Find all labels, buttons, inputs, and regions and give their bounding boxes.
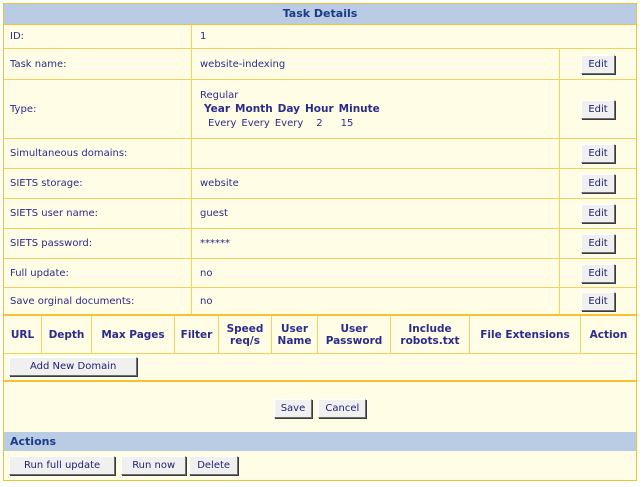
column-header: URL bbox=[4, 316, 42, 353]
column-header: User Password bbox=[318, 316, 391, 353]
row-full-update: Full update: no Edit bbox=[4, 259, 636, 288]
save-cancel-group: Save Cancel bbox=[4, 399, 636, 418]
field-value: no bbox=[192, 288, 560, 314]
edit-full-update-button[interactable]: Edit bbox=[581, 263, 615, 283]
schedule-header: Month bbox=[235, 102, 273, 115]
schedule-values: Every Every Every 2 15 bbox=[208, 118, 358, 129]
row-id: ID: 1 bbox=[4, 25, 636, 49]
field-value: website bbox=[192, 169, 560, 198]
column-header: Action bbox=[589, 328, 628, 341]
field-label: Full update: bbox=[4, 259, 192, 287]
type-value: Regular bbox=[200, 89, 239, 101]
add-new-domain-button[interactable]: Add New Domain bbox=[9, 357, 138, 376]
domain-table-header: URL Depth Max Pages Filter Speed req/s U… bbox=[4, 314, 636, 354]
field-value: website-indexing bbox=[192, 49, 560, 79]
column-header: Filter bbox=[175, 316, 219, 353]
column-header: Depth bbox=[42, 316, 92, 353]
row-storage: SIETS storage: website Edit bbox=[4, 169, 636, 199]
field-label: Task name: bbox=[4, 49, 192, 79]
row-save-documents: Save orginal documents: no Edit bbox=[4, 288, 636, 314]
panel-title: Task Details bbox=[4, 4, 636, 25]
actions-header: Actions bbox=[4, 432, 636, 451]
row-type: Type: Regular Year Month Day Hour Minute Eve… bbox=[4, 80, 636, 139]
field-label: SIETS user name: bbox=[4, 199, 192, 228]
schedule-value: Every bbox=[208, 117, 237, 129]
column-header: File Extensions bbox=[470, 316, 581, 353]
schedule-value: Every bbox=[274, 117, 304, 129]
schedule-headers: Year Month Day Hour Minute bbox=[204, 103, 385, 115]
edit-task-name-button[interactable]: Edit bbox=[581, 54, 615, 74]
schedule-header: Day bbox=[277, 102, 300, 115]
run-now-button[interactable]: Run now bbox=[121, 455, 187, 475]
field-label: Save orginal documents: bbox=[4, 288, 192, 314]
schedule-header: Hour bbox=[305, 102, 334, 115]
run-full-update-button[interactable]: Run full update bbox=[9, 455, 116, 475]
delete-button[interactable]: Delete bbox=[189, 455, 239, 475]
column-header: Max Pages bbox=[92, 316, 175, 353]
schedule-header: Minute bbox=[338, 102, 380, 115]
field-value: guest bbox=[192, 199, 560, 228]
schedule-value: 2 bbox=[316, 117, 323, 129]
row-user-name: SIETS user name: guest Edit bbox=[4, 199, 636, 229]
type-schedule: Regular Year Month Day Hour Minute Every Ever… bbox=[192, 80, 560, 138]
edit-user-name-button[interactable]: Edit bbox=[581, 204, 615, 223]
column-header: User Name bbox=[272, 316, 318, 353]
field-label: ID: bbox=[4, 25, 192, 48]
task-details-panel: Task Details ID: 1 Task name: website-in… bbox=[3, 3, 637, 481]
field-label: Simultaneous domains: bbox=[4, 139, 192, 168]
field-label: Type: bbox=[4, 80, 192, 138]
row-task-name: Task name: website-indexing Edit bbox=[4, 49, 636, 80]
column-header: Include robots.txt bbox=[391, 316, 470, 353]
edit-simultaneous-domains-button[interactable]: Edit bbox=[581, 144, 615, 163]
row-simultaneous-domains: Simultaneous domains: Edit bbox=[4, 139, 636, 169]
edit-save-documents-button[interactable]: Edit bbox=[581, 291, 615, 311]
field-value: 1 bbox=[200, 31, 207, 42]
field-value: ****** bbox=[192, 229, 560, 258]
column-header: Speed req/s bbox=[219, 316, 272, 353]
edit-storage-button[interactable]: Edit bbox=[581, 174, 615, 193]
schedule-value: Every bbox=[241, 117, 270, 129]
save-bar: Save Cancel bbox=[4, 380, 636, 434]
actions-row: Run full update Run now Delete bbox=[4, 451, 636, 479]
row-password: SIETS password: ****** Edit bbox=[4, 229, 636, 259]
save-button[interactable]: Save bbox=[273, 399, 313, 418]
cancel-button[interactable]: Cancel bbox=[318, 399, 367, 418]
field-value bbox=[192, 139, 560, 168]
field-label: SIETS storage: bbox=[4, 169, 192, 198]
schedule-header: Year bbox=[204, 102, 231, 115]
field-label: SIETS password: bbox=[4, 229, 192, 258]
edit-password-button[interactable]: Edit bbox=[581, 234, 615, 253]
edit-type-button[interactable]: Edit bbox=[581, 99, 615, 119]
field-value: no bbox=[192, 259, 560, 287]
schedule-value: 15 bbox=[340, 117, 354, 129]
add-domain-row: Add New Domain bbox=[4, 352, 636, 380]
